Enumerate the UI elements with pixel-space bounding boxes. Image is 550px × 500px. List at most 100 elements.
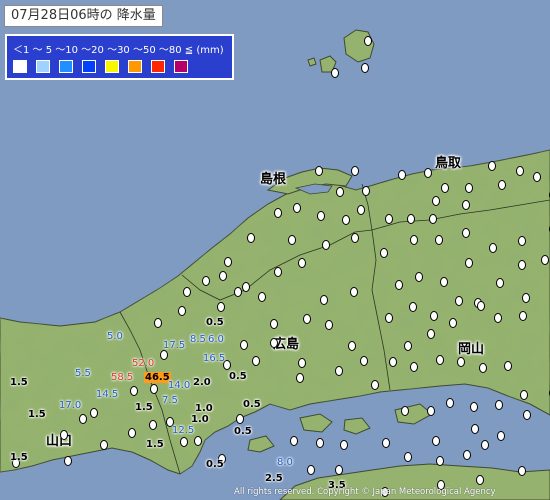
zero-station-marker xyxy=(520,390,528,400)
zero-station-marker xyxy=(470,402,478,412)
zero-station-marker xyxy=(481,440,489,450)
zero-station-marker xyxy=(494,313,502,323)
legend-swatch-1 xyxy=(36,60,50,73)
station-value-v-16-5: 16.5 xyxy=(203,353,226,364)
zero-station-marker xyxy=(415,272,423,282)
station-value-v-58-5: 58.5 xyxy=(111,372,134,383)
place-label-okayama: 岡山 xyxy=(458,342,485,357)
station-value-v-14-0: 14.0 xyxy=(168,380,191,391)
zero-station-marker xyxy=(303,314,311,324)
zero-station-marker xyxy=(270,319,278,329)
zero-station-marker xyxy=(288,235,296,245)
zero-station-marker xyxy=(463,450,471,460)
station-value-v-8-0: 8.0 xyxy=(277,457,293,468)
zero-station-marker xyxy=(364,36,372,46)
zero-station-marker xyxy=(178,306,186,316)
station-value-v-52-0: 52.0 xyxy=(132,358,155,369)
zero-station-marker xyxy=(401,406,409,416)
station-value-v-17-0: 17.0 xyxy=(59,400,82,411)
zero-station-marker xyxy=(435,235,443,245)
legend-scale-label: ＜1 ～ 5 ～10 ～20 ～30 ～50 ～80 ≦ (mm) xyxy=(13,45,224,56)
station-value-v-12-5: 12.5 xyxy=(172,425,195,436)
zero-station-marker xyxy=(404,341,412,351)
station-value-v-1-0-b: 1.0 xyxy=(191,414,209,425)
legend-swatch-4 xyxy=(105,60,119,73)
zero-station-marker xyxy=(371,380,379,390)
zero-station-marker xyxy=(290,436,298,446)
zero-station-marker xyxy=(336,187,344,197)
zero-station-marker xyxy=(317,211,325,221)
station-value-v-17-5: 17.5 xyxy=(163,340,186,351)
zero-station-marker xyxy=(335,465,343,475)
zero-station-marker xyxy=(385,214,393,224)
zero-station-marker xyxy=(498,180,506,190)
zero-station-marker xyxy=(477,301,485,311)
station-value-v-1-5-e: 1.5 xyxy=(146,439,164,450)
station-value-v-0-5-d: 0.5 xyxy=(234,426,252,437)
zero-station-marker xyxy=(342,215,350,225)
station-value-v-1-5-b: 1.5 xyxy=(135,402,153,413)
zero-station-marker xyxy=(100,440,108,450)
zero-station-marker xyxy=(519,311,527,321)
station-value-v-2-0: 2.0 xyxy=(193,377,211,388)
zero-station-marker xyxy=(325,320,333,330)
zero-station-marker xyxy=(430,311,438,321)
station-value-v-1-0-a: 1.0 xyxy=(195,403,213,414)
place-label-shimane: 島根 xyxy=(260,172,287,187)
zero-station-marker xyxy=(357,205,365,215)
zero-station-marker xyxy=(320,295,328,305)
zero-station-marker xyxy=(410,235,418,245)
zero-station-marker xyxy=(242,282,250,292)
legend-swatches xyxy=(13,60,188,73)
place-label-yamaguchi: 山口 xyxy=(46,434,73,449)
zero-station-marker xyxy=(436,355,444,365)
zero-station-marker xyxy=(488,161,496,171)
zero-station-marker xyxy=(149,420,157,430)
zero-station-marker xyxy=(479,363,487,373)
zero-station-marker xyxy=(404,452,412,462)
zero-station-marker xyxy=(446,398,454,408)
station-value-v-1-5-d: 1.5 xyxy=(10,452,28,463)
zero-station-marker xyxy=(518,236,526,246)
zero-station-marker xyxy=(298,258,306,268)
station-value-v-1-5-c: 1.5 xyxy=(28,409,46,420)
zero-station-marker xyxy=(495,400,503,410)
zero-station-marker xyxy=(180,437,188,447)
zero-station-marker xyxy=(424,168,432,178)
zero-station-marker xyxy=(298,358,306,368)
station-value-v-2-5: 2.5 xyxy=(265,473,283,484)
map-title: 07月28日06時の 降水量 xyxy=(4,5,163,27)
zero-station-marker xyxy=(429,214,437,224)
station-value-v-1-5-a: 1.5 xyxy=(10,377,28,388)
zero-station-marker xyxy=(274,267,282,277)
zero-station-marker xyxy=(348,341,356,351)
station-value-v-0-5-a: 0.5 xyxy=(206,317,224,328)
zero-station-marker xyxy=(128,428,136,438)
oki-island-small-2 xyxy=(307,57,317,67)
zero-station-marker xyxy=(497,431,505,441)
zero-station-marker xyxy=(316,438,324,448)
zero-station-marker xyxy=(160,350,168,360)
zero-station-marker xyxy=(270,338,278,348)
zero-station-marker xyxy=(462,228,470,238)
zero-station-marker xyxy=(150,384,158,394)
zero-station-marker xyxy=(522,293,530,303)
station-value-v-6-0: 6.0 xyxy=(208,334,224,345)
zero-station-marker xyxy=(541,255,549,265)
zero-station-marker xyxy=(389,357,397,367)
zero-station-marker xyxy=(351,233,359,243)
station-value-v-0-5-b: 0.5 xyxy=(229,371,247,382)
zero-station-marker xyxy=(436,456,444,466)
zero-station-marker xyxy=(224,257,232,267)
zero-station-marker xyxy=(252,356,260,366)
zero-station-marker xyxy=(60,430,68,440)
station-value-v-46-5: 46.5 xyxy=(144,372,171,383)
zero-station-marker xyxy=(380,248,388,258)
zero-station-marker xyxy=(130,386,138,396)
zero-station-marker xyxy=(64,456,72,466)
zero-station-marker xyxy=(432,196,440,206)
zero-station-marker xyxy=(516,166,524,176)
zero-station-marker xyxy=(236,414,244,424)
zero-station-marker xyxy=(340,440,348,450)
zero-station-marker xyxy=(194,436,202,446)
